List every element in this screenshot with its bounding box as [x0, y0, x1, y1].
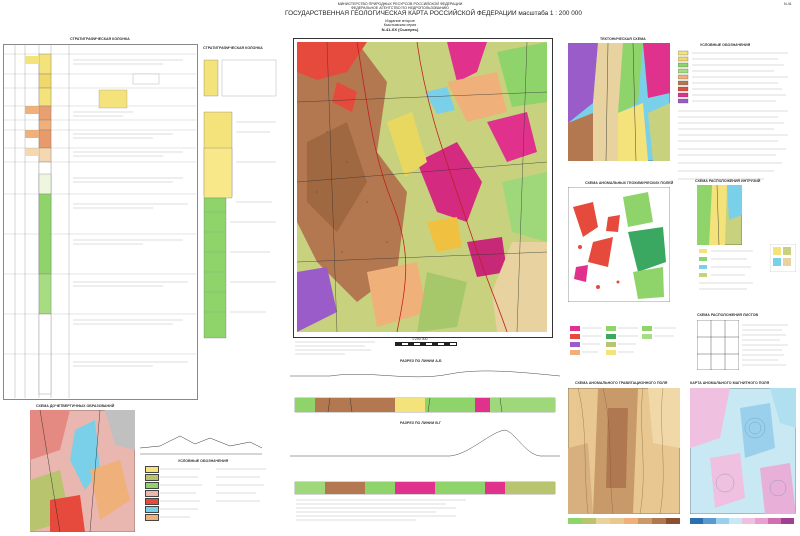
legend-swatch-red: [145, 498, 159, 505]
main-geologic-map: [297, 42, 547, 332]
index-column: [770, 244, 796, 272]
strat-column-2-graphic: [203, 59, 277, 339]
index-map: [697, 320, 739, 370]
legend-column: [678, 50, 788, 180]
section-vg: [290, 429, 560, 495]
magnetic-map-title: КАРТА АНОМАЛЬНОГО МАГНИТНОГО ПОЛЯ: [690, 381, 770, 385]
magmatic-legend: [699, 249, 753, 290]
scale-bar: [395, 342, 457, 346]
section-vg-title: РАЗРЕЗ ПО ЛИНИИ В-Г: [400, 421, 442, 425]
geologic-sheet: { "header": { "ministry": "МИНИСТЕРСТВО …: [0, 0, 800, 536]
legend-swatch-cyan: [145, 506, 159, 513]
prequat-scheme: [30, 410, 135, 532]
strat-column-2-title: СТРАТИГРАФИЧЕСКАЯ КОЛОНКА: [203, 46, 263, 50]
gravity-map: [568, 388, 680, 514]
gravity-map-title: СХЕМА АНОМАЛЬНОГО ГРАВИТАЦИОННОГО ПОЛЯ: [575, 381, 668, 385]
legend-swatch-pink: [145, 490, 159, 497]
magnetic-scale: [690, 518, 794, 524]
bottom-legend-title: УСЛОВНЫЕ ОБОЗНАЧЕНИЯ: [178, 459, 229, 463]
gravity-scale: [568, 518, 680, 524]
legend-swatch-yellow: [145, 466, 159, 473]
anomaly-legend: [570, 326, 676, 355]
section-ab: [290, 370, 560, 413]
bottom-legend-lines: [160, 468, 266, 518]
magnetic-map: [690, 388, 796, 514]
map-title: ГОСУДАРСТВЕННАЯ ГЕОЛОГИЧЕСКАЯ КАРТА РОСС…: [285, 10, 517, 17]
tectonic-scheme: [568, 43, 670, 161]
anomaly-scheme: [568, 187, 670, 302]
small-section: [140, 435, 262, 455]
section-ab-title: РАЗРЕЗ ПО ЛИНИИ А-Б: [400, 359, 442, 363]
anomaly-scheme-title: СХЕМА АНОМАЛЬНЫХ ГЕОХИМИЧЕСКИХ ПОЛЕЙ: [585, 181, 674, 185]
magmatic-scheme: [697, 185, 742, 245]
legend-title: УСЛОВНЫЕ ОБОЗНАЧЕНИЯ: [700, 43, 751, 47]
strat-column-graphic: [3, 44, 196, 398]
map-scale: масштаба 1 : 200 000: [518, 10, 582, 17]
map-notes: [295, 341, 375, 355]
legend-swatch-green: [145, 482, 159, 489]
corner-code: N-41: [784, 2, 792, 6]
legend-swatch-olive: [145, 474, 159, 481]
bottom-notes: [296, 499, 466, 521]
index-map-title: СХЕМА РАСПОЛОЖЕНИЯ ЛИСТОВ: [697, 313, 759, 317]
scale-bar-label: 1:200 000: [412, 337, 428, 341]
magmatic-scheme-title: СХЕМА РАСПОЛОЖЕНИЯ ИНТРУЗИЙ: [695, 179, 761, 183]
index-notes: [742, 324, 788, 366]
sheet-label: N-41-XX (Сысерть): [381, 27, 419, 32]
tectonic-scheme-title: ТЕКТОНИЧЕСКАЯ СХЕМА: [600, 37, 646, 41]
prequat-scheme-title: СХЕМА ДОЧЕТВЕРТИЧНЫХ ОБРАЗОВАНИЙ: [36, 404, 115, 408]
legend-swatch-orange: [145, 514, 159, 521]
strat-column-title: СТРАТИГРАФИЧЕСКАЯ КОЛОНКА: [70, 37, 130, 41]
